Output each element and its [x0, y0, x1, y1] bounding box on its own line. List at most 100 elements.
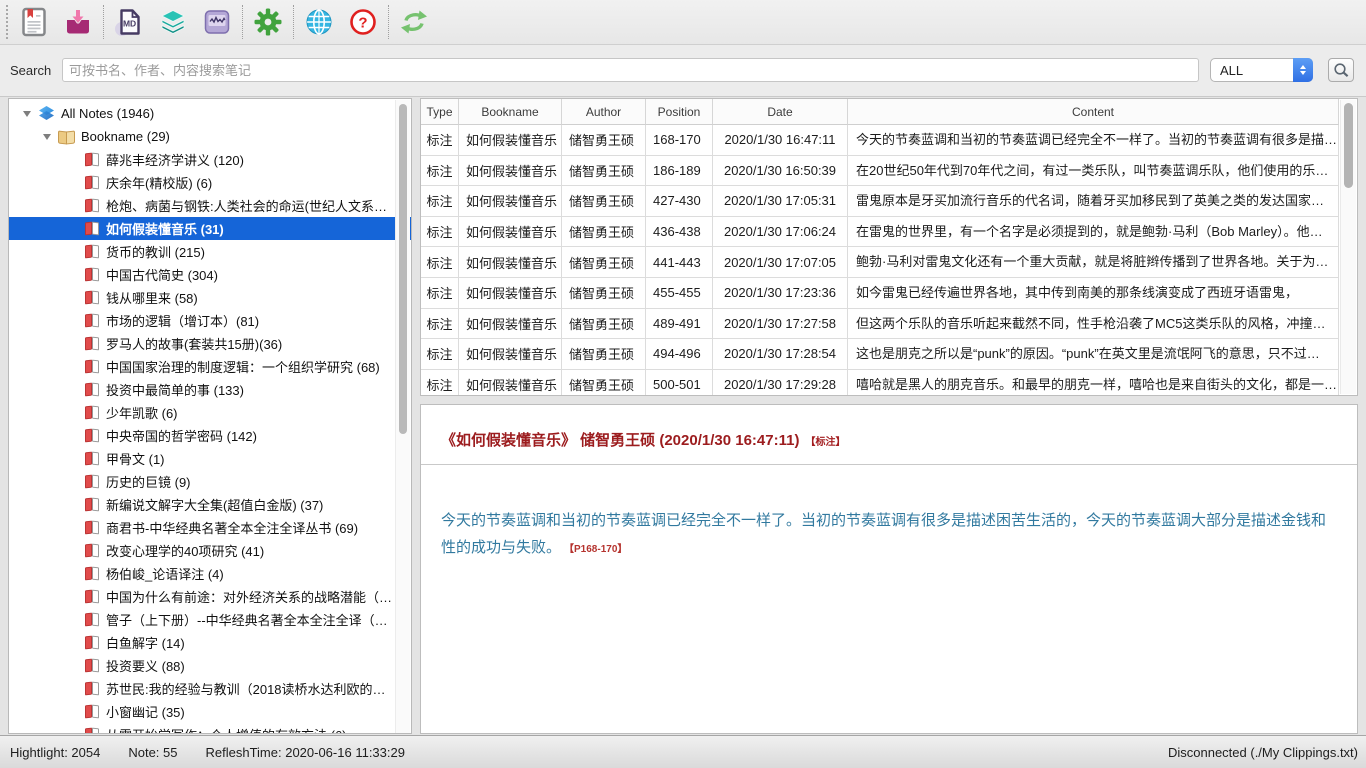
notes-button[interactable]	[12, 2, 56, 42]
column-header[interactable]: Date	[713, 99, 848, 125]
tree-item-book[interactable]: 中央帝国的哲学密码 (142)	[9, 424, 411, 447]
magnifier-icon	[1333, 62, 1350, 79]
tree-item-book[interactable]: 杨伯峻_论语译注 (4)	[9, 562, 411, 585]
tree-item-book[interactable]: 历史的巨镜 (9)	[9, 470, 411, 493]
book-icon	[85, 152, 100, 167]
tree-item-book[interactable]: 白鱼解字 (14)	[9, 631, 411, 654]
column-header[interactable]: Position	[646, 99, 713, 125]
sidebar-scrollbar[interactable]	[395, 100, 410, 734]
book-icon	[85, 428, 100, 443]
filter-select-value: ALL	[1211, 63, 1293, 78]
tree-item-book[interactable]: 钱从哪里来 (58)	[9, 286, 411, 309]
tree-item-book[interactable]: 薛兆丰经济学讲义 (120)	[9, 148, 411, 171]
settings-gear-icon	[253, 7, 283, 37]
tree-item-book[interactable]: 枪炮、病菌与钢铁:人类社会的命运(世纪人文系…	[9, 194, 411, 217]
table-row[interactable]: 标注 如何假装懂音乐 储智勇王硕 489-491 2020/1/30 17:27…	[421, 309, 1339, 340]
tree-item-book[interactable]: 新编说文解字大全集(超值白金版) (37)	[9, 493, 411, 516]
book-icon	[85, 267, 100, 282]
all-notes-icon	[38, 106, 55, 121]
table-header-row: Type Bookname Author Position Date Conte…	[421, 99, 1339, 125]
toolbar: MD	[0, 0, 1366, 45]
book-icon	[85, 221, 100, 236]
tree-item-book[interactable]: 罗马人的故事(套装共15册)(36)	[9, 332, 411, 355]
tree-item-book[interactable]: 货币的教训 (215)	[9, 240, 411, 263]
table-row[interactable]: 标注 如何假装懂音乐 储智勇王硕 455-455 2020/1/30 17:23…	[421, 278, 1339, 309]
status-bar: Hightlight: 2054 Note: 55 RefleshTime: 2…	[0, 735, 1366, 768]
tree-item-book[interactable]: 从零开始学写作：个人增值的有效方法 (6)	[9, 723, 411, 734]
table-row[interactable]: 标注 如何假装懂音乐 储智勇王硕 436-438 2020/1/30 17:06…	[421, 217, 1339, 248]
notes-table: Type Bookname Author Position Date Conte…	[420, 98, 1358, 396]
disclosure-triangle-icon[interactable]	[23, 111, 31, 117]
table-row[interactable]: 标注 如何假装懂音乐 储智勇王硕 441-443 2020/1/30 17:07…	[421, 247, 1339, 278]
refresh-time: RefleshTime: 2020-06-16 11:33:29	[206, 745, 405, 760]
column-header[interactable]: Author	[562, 99, 646, 125]
table-scrollbar[interactable]	[1340, 100, 1356, 394]
tree-item-book[interactable]: 改变心理学的40项研究 (41)	[9, 539, 411, 562]
tree-item-book[interactable]: 商君书-中华经典名著全本全注全译丛书 (69)	[9, 516, 411, 539]
book-icon	[85, 382, 100, 397]
note-type-tag: 【标注】	[805, 437, 845, 448]
search-button[interactable]	[1328, 58, 1354, 82]
stats-icon	[202, 7, 232, 37]
layers-icon	[158, 7, 188, 37]
book-icon	[85, 497, 100, 512]
note-detail-panel: 《如何假装懂音乐》 储智勇王硕 (2020/1/30 16:47:11)【标注】…	[420, 404, 1358, 734]
column-header[interactable]: Content	[848, 99, 1339, 125]
tree-item-book[interactable]: 甲骨文 (1)	[9, 447, 411, 470]
sync-button[interactable]	[392, 2, 436, 42]
book-icon	[85, 175, 100, 190]
table-row[interactable]: 标注 如何假装懂音乐 储智勇王硕 494-496 2020/1/30 17:28…	[421, 339, 1339, 370]
column-header[interactable]: Type	[421, 99, 459, 125]
book-icon	[85, 244, 100, 259]
table-row[interactable]: 标注 如何假装懂音乐 储智勇王硕 186-189 2020/1/30 16:50…	[421, 156, 1339, 187]
column-header[interactable]: Bookname	[459, 99, 562, 125]
tree-item-book[interactable]: 中国古代简史 (304)	[9, 263, 411, 286]
tree-item-book[interactable]: 投资要义 (88)	[9, 654, 411, 677]
markdown-export-button[interactable]: MD	[107, 2, 151, 42]
highlight-count: Hightlight: 2054	[10, 745, 100, 760]
tree-item-bookname-group[interactable]: Bookname (29)	[9, 125, 411, 148]
book-icon	[85, 658, 100, 673]
sync-icon	[399, 7, 429, 37]
sidebar: All Notes (1946) Bookname (29) 薛兆丰经济学讲义 …	[8, 98, 412, 734]
detail-divider	[421, 464, 1357, 465]
tree-item-all-notes[interactable]: All Notes (1946)	[9, 102, 411, 125]
page-ref: 【P168-170】	[569, 544, 627, 555]
tree-item-book[interactable]: 市场的逻辑（增订本）(81)	[9, 309, 411, 332]
help-button[interactable]: ?	[341, 2, 385, 42]
book-icon	[85, 681, 100, 696]
table-row[interactable]: 标注 如何假装懂音乐 储智勇王硕 500-501 2020/1/30 17:29…	[421, 370, 1339, 396]
toolbar-drag-handle[interactable]	[6, 5, 8, 39]
search-input[interactable]	[62, 58, 1199, 82]
svg-text:MD: MD	[123, 19, 136, 29]
stats-button[interactable]	[195, 2, 239, 42]
book-icon	[85, 474, 100, 489]
tree-item-book[interactable]: 管子（上下册）--中华经典名著全本全注全译（…	[9, 608, 411, 631]
import-button[interactable]	[56, 2, 100, 42]
settings-button[interactable]	[246, 2, 290, 42]
notes-icon	[19, 7, 49, 37]
tree-item-book-selected[interactable]: 如何假装懂音乐 (31)	[9, 217, 411, 240]
tree-item-book[interactable]: 庆余年(精校版) (6)	[9, 171, 411, 194]
tree-item-book[interactable]: 中国为什么有前途：对外经济关系的战略潜能（…	[9, 585, 411, 608]
disclosure-triangle-icon[interactable]	[43, 134, 51, 140]
toolbar-separator	[388, 5, 389, 39]
book-icon	[85, 290, 100, 305]
note-count: Note: 55	[128, 745, 177, 760]
tree-item-book[interactable]: 中国国家治理的制度逻辑：一个组织学研究 (68)	[9, 355, 411, 378]
search-bar: Search ALL	[0, 45, 1366, 97]
tree-item-book[interactable]: 小窗幽记 (35)	[9, 700, 411, 723]
book-icon	[85, 727, 100, 734]
book-icon	[85, 451, 100, 466]
tree-item-book[interactable]: 投资中最简单的事 (133)	[9, 378, 411, 401]
filter-select[interactable]: ALL	[1210, 58, 1313, 82]
table-row[interactable]: 标注 如何假装懂音乐 储智勇王硕 168-170 2020/1/30 16:47…	[421, 125, 1339, 156]
tree-item-book[interactable]: 少年凯歌 (6)	[9, 401, 411, 424]
table-scrollbar-thumb[interactable]	[1344, 103, 1353, 188]
toolbar-separator	[242, 5, 243, 39]
table-row[interactable]: 标注 如何假装懂音乐 储智勇王硕 427-430 2020/1/30 17:05…	[421, 186, 1339, 217]
globe-button[interactable]	[297, 2, 341, 42]
layers-button[interactable]	[151, 2, 195, 42]
sidebar-scrollbar-thumb[interactable]	[399, 104, 407, 434]
tree-item-book[interactable]: 苏世民:我的经验与教训（2018读桥水达利欧的…	[9, 677, 411, 700]
